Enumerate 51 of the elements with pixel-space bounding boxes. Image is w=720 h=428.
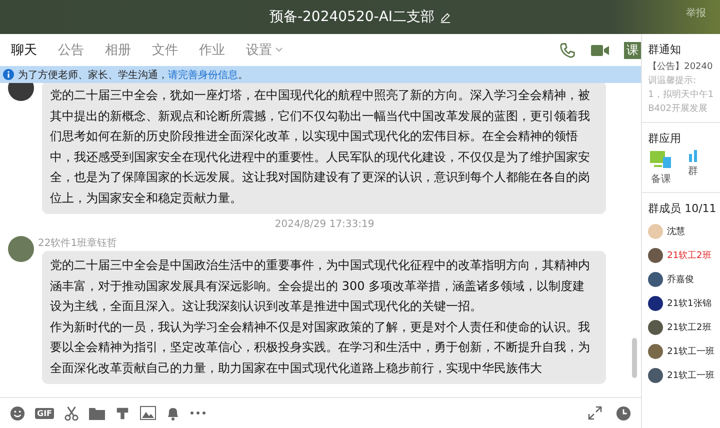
avatar: [648, 248, 664, 262]
image-icon[interactable]: [140, 406, 156, 420]
folder-icon[interactable]: [89, 406, 106, 420]
tab[interactable]: 相册: [105, 41, 141, 59]
app-button[interactable]: 备课: [648, 150, 674, 186]
clock-icon[interactable]: [616, 406, 632, 420]
member-name[interactable]: 21软工2班: [667, 320, 712, 334]
gif-button[interactable]: GIF: [35, 408, 54, 418]
avatar: [648, 224, 664, 238]
report-link[interactable]: 举报: [686, 6, 706, 20]
expand-icon[interactable]: [588, 406, 602, 420]
course-button[interactable]: 课: [624, 42, 642, 58]
avatar: [648, 296, 664, 310]
member-name[interactable]: 21软工2班: [667, 248, 712, 262]
sender-name: 22软件1班章钰哲: [38, 236, 118, 250]
smiley-icon[interactable]: [10, 406, 25, 420]
message-text: 党的二十届三中全会是中国政治生活中的重要事件，为中国式现代化征程中的改革指明方向，其精神内涵丰富，对于推动国家发展具有深远影响。全会提出的 300 多项改革举措，涵盖诸多领域，以制度建设为主线，全面且深入。这让我深刻认识到改革是推进中国式现代化的关键一招。: [50, 257, 591, 315]
tab[interactable]: 公告: [58, 41, 94, 59]
message-timestamp: 2024/8/29 17:33:19: [274, 219, 374, 230]
more-icon[interactable]: [190, 411, 206, 415]
avatar: [648, 368, 664, 382]
message-text: 党的二十届三中全会，犹如一座灯塔，在中国现代化的航程中照亮了新的方向。深入学习全会精神，被其中提出的新概念、新观点和论断所震撼，它们不仅勾勒出一幅当代中国改革发展的蓝图，更引领着我们思考如何在新的历史阶段推进全面深化改革，以实现中国式现代化的宏伟目标。在全会精神的领悟中，我还感受到国家安全在现代化进程中的重要性。人民军队的现代化建设，不仅仅是为了维护国家安全，也是为了保障国家的长远发展。这让我对国防建设有了更深的认识，意识到每个人都能在各自的岗位上，为国家安全和稳定贡献力量。: [50, 87, 591, 206]
member-name[interactable]: 沈慧: [667, 224, 686, 238]
app-button[interactable]: 群: [688, 150, 698, 186]
section-title: 群通知: [648, 42, 682, 57]
section-title: 群成员 10/11: [648, 201, 718, 216]
member-name[interactable]: 乔嘉俊: [667, 272, 694, 286]
tab[interactable]: 作业: [199, 41, 235, 59]
notice-line[interactable]: 【公告】20240: [648, 60, 720, 74]
member-name[interactable]: 21软工一班: [667, 344, 715, 358]
tab[interactable]: 聊天: [11, 41, 47, 59]
avatar: [648, 344, 664, 358]
section-title: 群应用: [648, 131, 682, 146]
phone-icon[interactable]: [559, 42, 576, 58]
message-text: 作为新时代的一员，我认为学习全会精神不仅是对国家政策的了解，更是对个人责任和使命的认识。我要以全会精神为指引，坚定改革信心，积极投身实践。在学习和生活中，勇于创新，不断提升自我，为全面深化改革贡献自己的力量，助力国家在中国式现代化道路上稳步前行，实现中华民族伟大: [50, 318, 591, 376]
complete-info-link[interactable]: 请完善身份信息: [168, 70, 238, 80]
avatar: [648, 320, 664, 334]
scrollbar-thumb[interactable]: [632, 338, 638, 378]
bar-chart-icon: [689, 150, 698, 162]
video-camera-icon[interactable]: [590, 42, 610, 58]
window-title: 预备-20240520-AI二支部: [269, 8, 435, 26]
notice-text: 为了方便老师、家长、学生沟通，请完善身份信息。: [18, 68, 248, 82]
tab[interactable]: 设置: [246, 41, 293, 59]
member-name[interactable]: 21软1张锦: [667, 296, 712, 310]
pencil-icon[interactable]: [440, 12, 451, 22]
bell-icon[interactable]: [166, 406, 180, 420]
info-icon: [3, 69, 14, 80]
avatar: [648, 272, 664, 286]
tab[interactable]: 文件: [152, 41, 188, 59]
member-name[interactable]: 21软工一班: [667, 368, 715, 382]
scissors-icon[interactable]: [64, 406, 80, 420]
